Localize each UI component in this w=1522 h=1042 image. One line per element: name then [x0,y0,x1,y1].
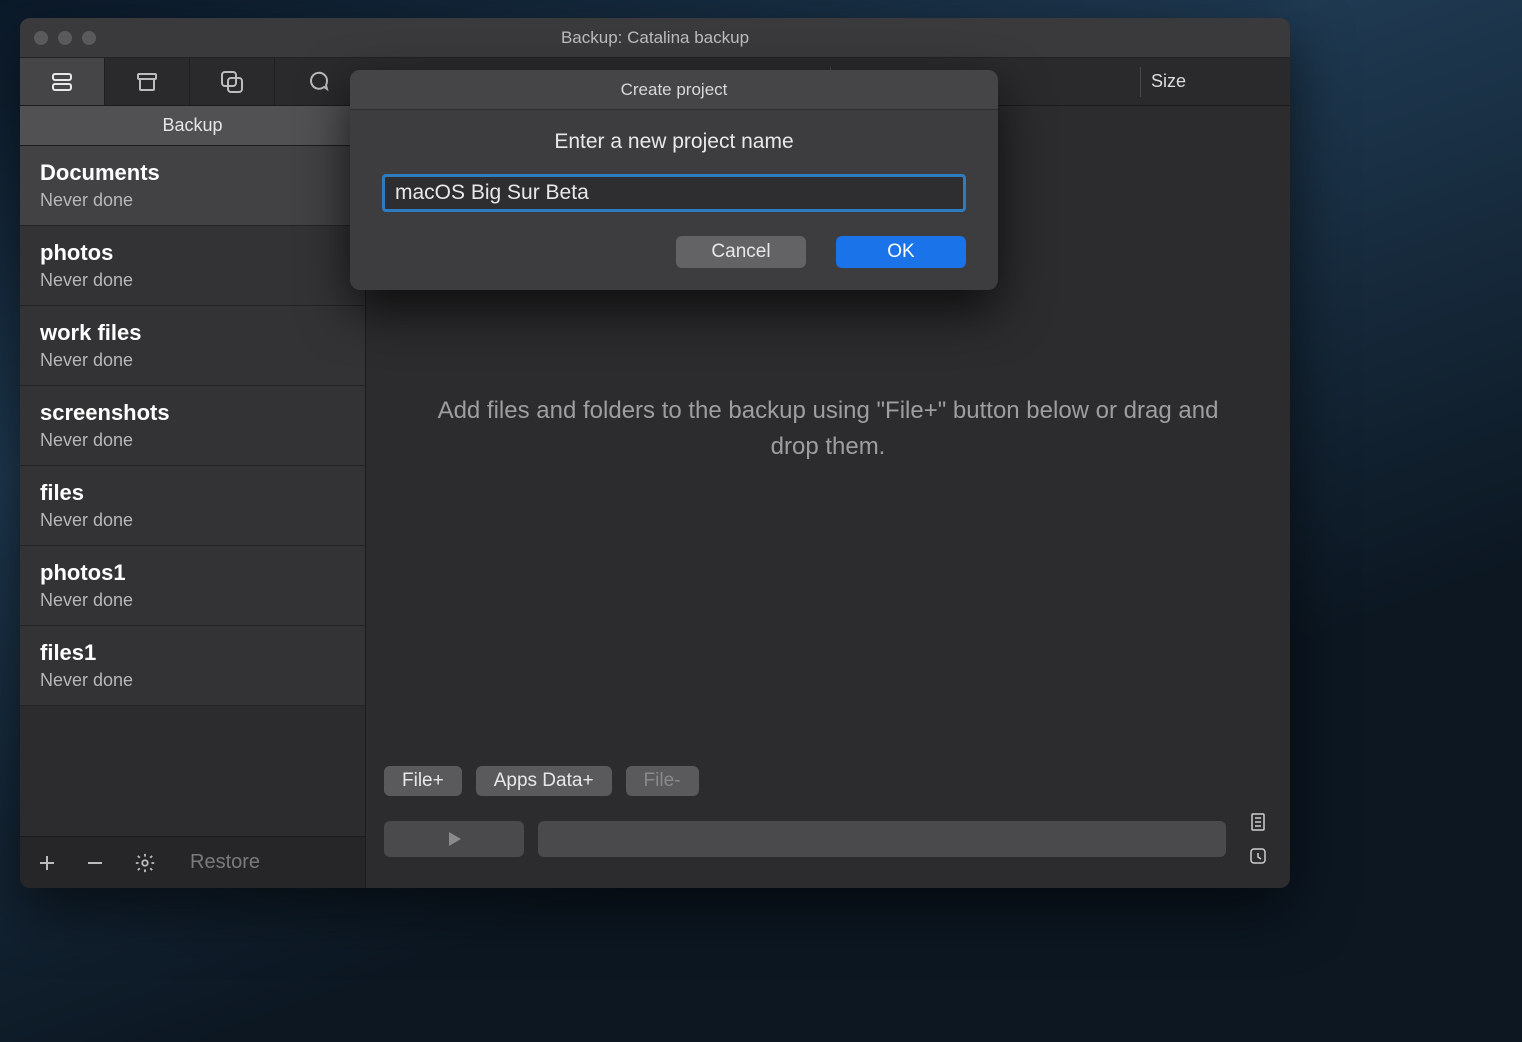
document-icon [1248,812,1268,832]
sidebar: Backup Documents Never done photos Never… [20,106,366,888]
backup-item-files1[interactable]: files1 Never done [20,626,365,706]
window-title: Backup: Catalina backup [20,28,1290,48]
schedule-button[interactable] [1244,842,1272,870]
bottom-bar: File+ Apps Data+ File- [366,752,1290,888]
backup-item-name: work files [40,320,345,346]
restore-button[interactable]: Restore [190,851,260,874]
progress-bar [538,821,1226,857]
chat-icon [306,70,330,94]
toolbar-tab-archive[interactable] [105,58,190,105]
backup-item-status: Never done [40,670,345,691]
remove-backup-button[interactable] [86,854,104,872]
toolbar-tab-sync[interactable] [190,58,275,105]
overlap-icon [219,69,245,95]
cancel-button[interactable]: Cancel [676,236,806,268]
backup-item-status: Never done [40,590,345,611]
create-project-dialog: Create project Enter a new project name … [350,70,998,290]
backup-item-photos1[interactable]: photos1 Never done [20,546,365,626]
backup-item-name: screenshots [40,400,345,426]
archive-icon [135,70,159,94]
backup-item-status: Never done [40,510,345,531]
backup-item-status: Never done [40,350,345,371]
plus-icon [38,854,56,872]
backup-item-name: files [40,480,345,506]
sidebar-footer: Restore [20,836,365,888]
backup-item-photos[interactable]: photos Never done [20,226,365,306]
dialog-prompt: Enter a new project name [382,130,966,154]
backup-item-work-files[interactable]: work files Never done [20,306,365,386]
backup-item-documents[interactable]: Documents Never done [20,146,365,226]
log-button[interactable] [1244,808,1272,836]
column-header-size[interactable]: Size [1140,67,1290,97]
run-backup-button[interactable] [384,821,524,857]
project-name-input[interactable] [382,174,966,212]
ok-button[interactable]: OK [836,236,966,268]
backup-item-files[interactable]: files Never done [20,466,365,546]
apps-data-add-button[interactable]: Apps Data+ [476,766,612,796]
backup-item-status: Never done [40,190,345,211]
backup-item-status: Never done [40,430,345,451]
backup-item-name: photos [40,240,345,266]
backup-item-name: photos1 [40,560,345,586]
toolbar-tab-chat[interactable] [275,58,360,105]
sidebar-header: Backup [20,106,365,146]
file-remove-button: File- [626,766,699,796]
toolbar-tab-backup[interactable] [20,58,105,105]
file-add-button[interactable]: File+ [384,766,462,796]
backup-list: Documents Never done photos Never done w… [20,146,365,836]
minus-icon [86,854,104,872]
settings-button[interactable] [134,852,156,874]
play-icon [444,829,464,849]
backup-item-screenshots[interactable]: screenshots Never done [20,386,365,466]
gear-icon [134,852,156,874]
backup-item-name: files1 [40,640,345,666]
titlebar: Backup: Catalina backup [20,18,1290,58]
add-backup-button[interactable] [38,854,56,872]
backup-item-name: Documents [40,160,345,186]
backup-item-status: Never done [40,270,345,291]
stack-icon [50,70,74,94]
clock-icon [1248,846,1268,866]
dialog-title: Create project [350,70,998,110]
